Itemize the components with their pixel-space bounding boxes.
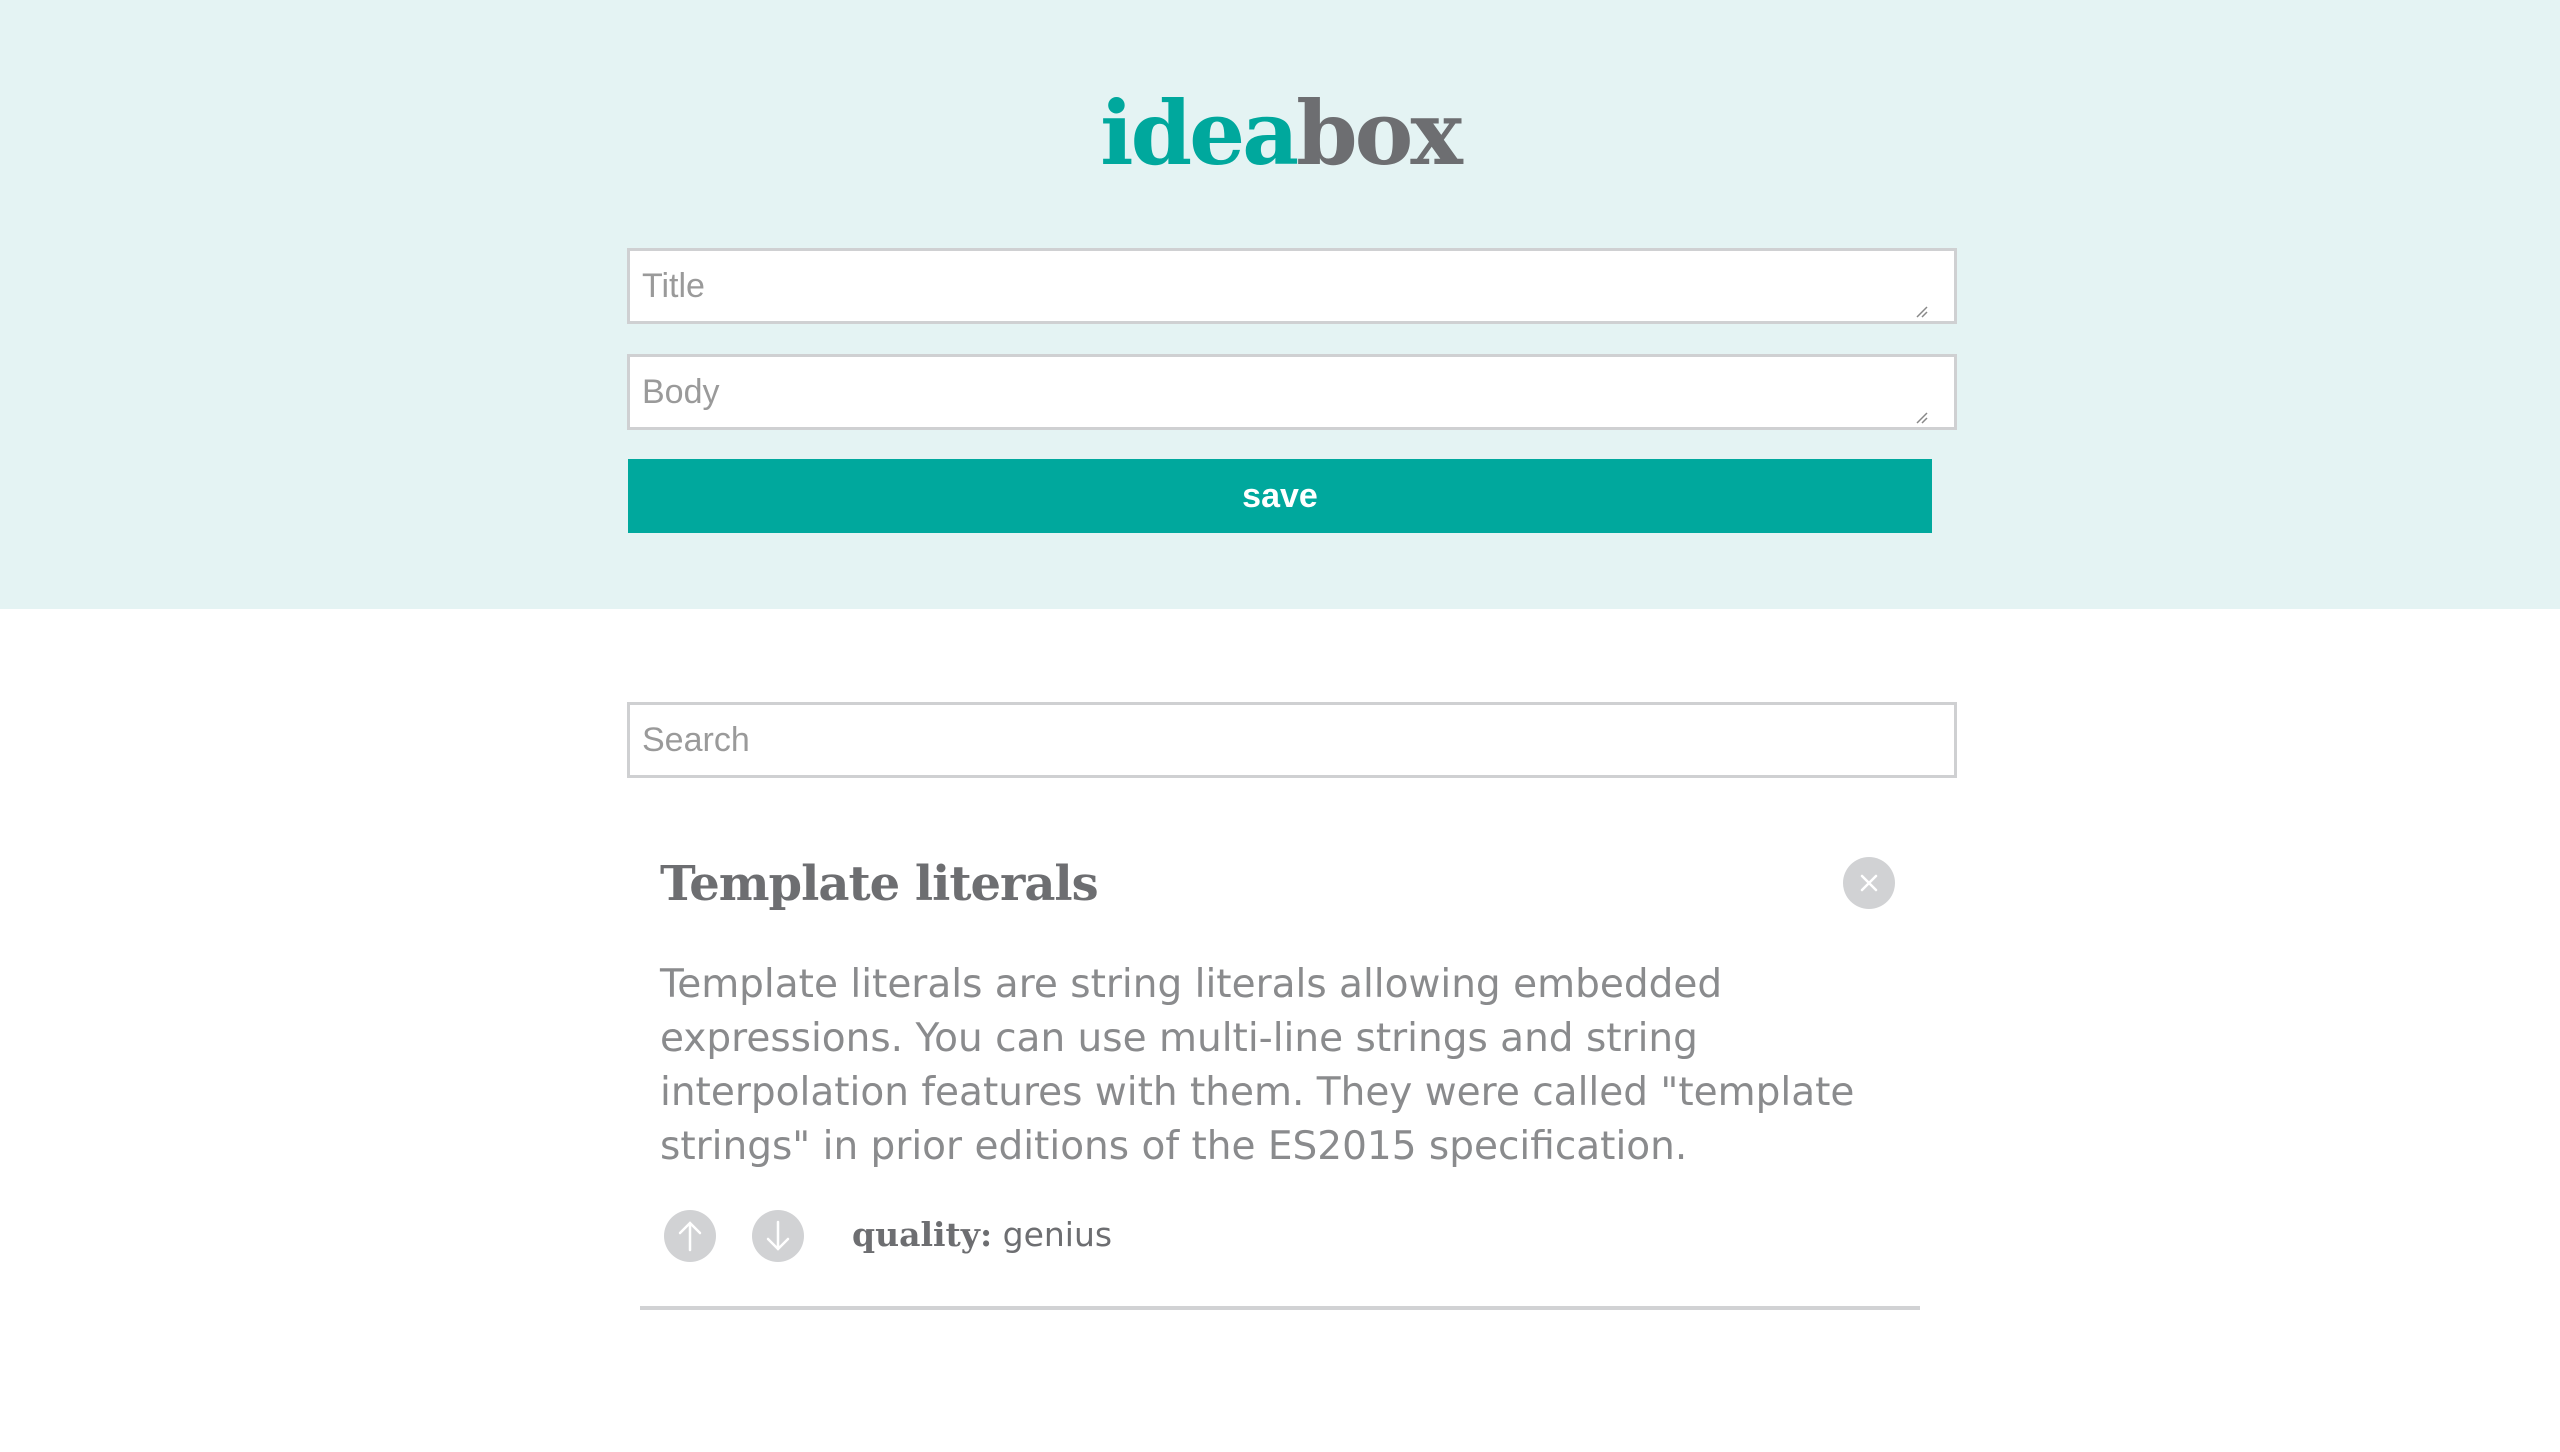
delete-button[interactable]: [1843, 857, 1895, 909]
arrow-up-icon: [678, 1221, 702, 1252]
logo: ideabox: [0, 78, 2560, 188]
upvote-button[interactable]: [664, 1210, 716, 1262]
header: ideabox save: [0, 0, 2560, 609]
body-input[interactable]: [627, 354, 1957, 430]
card-divider: [640, 1306, 1920, 1310]
quality-label: quality:: [852, 1215, 993, 1254]
title-input[interactable]: [627, 248, 1957, 324]
resize-grip-icon[interactable]: [1914, 410, 1928, 424]
search-input[interactable]: [627, 702, 1957, 778]
logo-idea: idea: [1100, 81, 1299, 185]
idea-body[interactable]: Template literals are string literals al…: [660, 958, 1920, 1174]
idea-title[interactable]: Template literals: [660, 856, 1099, 912]
save-button[interactable]: save: [628, 459, 1932, 533]
downvote-button[interactable]: [752, 1210, 804, 1262]
resize-grip-icon[interactable]: [1914, 304, 1928, 318]
quality-indicator: quality: genius: [852, 1210, 1112, 1260]
quality-value: genius: [1002, 1215, 1113, 1254]
arrow-down-icon: [766, 1220, 790, 1251]
logo-box: box: [1296, 81, 1463, 185]
close-icon: [1860, 874, 1878, 892]
